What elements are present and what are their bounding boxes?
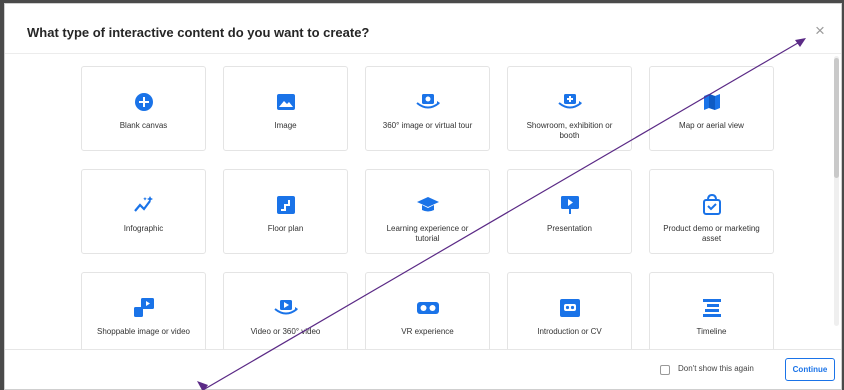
- card-timeline[interactable]: Timeline: [649, 272, 774, 351]
- infographic-icon: [82, 194, 205, 216]
- card-introduction-cv[interactable]: Introduction or CV: [507, 272, 632, 351]
- content-type-grid: Blank canvas Image 360° image or virtual…: [5, 55, 841, 351]
- card-label: Shoppable image or video: [97, 327, 190, 336]
- continue-button[interactable]: Continue: [785, 358, 835, 381]
- card-label: Map or aerial view: [679, 121, 744, 130]
- card-shoppable[interactable]: Shoppable image or video: [81, 272, 206, 351]
- 360-image-icon: [366, 91, 489, 113]
- card-label: Infographic: [123, 224, 164, 233]
- dialog-header: What type of interactive content do you …: [5, 4, 841, 54]
- card-floor-plan[interactable]: Floor plan: [223, 169, 348, 254]
- dialog-title: What type of interactive content do you …: [27, 25, 370, 40]
- card-learning[interactable]: Learning experience or tutorial: [365, 169, 490, 254]
- card-label: VR experience: [401, 327, 454, 336]
- card-video-360[interactable]: Video or 360° video: [223, 272, 348, 351]
- card-product-demo[interactable]: Product demo or marketing asset: [649, 169, 774, 254]
- create-content-dialog: What type of interactive content do you …: [4, 3, 842, 390]
- card-label: Product demo or marketing asset: [663, 224, 760, 243]
- card-label: Showroom, exhibition or booth: [526, 121, 613, 140]
- graduation-cap-icon: [366, 194, 489, 216]
- showroom-icon: [508, 91, 631, 113]
- card-presentation[interactable]: Presentation: [507, 169, 632, 254]
- dialog-footer: Don't show this again Continue: [5, 349, 841, 389]
- card-label: Introduction or CV: [537, 327, 602, 336]
- card-label: 360° image or virtual tour: [382, 121, 473, 130]
- card-label: Image: [274, 121, 297, 130]
- plus-circle-icon: [82, 91, 205, 113]
- card-map[interactable]: Map or aerial view: [649, 66, 774, 151]
- close-button[interactable]: ×: [811, 22, 829, 40]
- card-label: Presentation: [547, 224, 592, 233]
- card-showroom[interactable]: Showroom, exhibition or booth: [507, 66, 632, 151]
- 360-video-icon: [224, 297, 347, 319]
- card-image[interactable]: Image: [223, 66, 348, 151]
- card-label: Timeline: [696, 327, 727, 336]
- card-label: Video or 360° video: [250, 327, 321, 336]
- vr-frame-icon: [508, 297, 631, 319]
- card-360-image[interactable]: 360° image or virtual tour: [365, 66, 490, 151]
- image-icon: [224, 91, 347, 113]
- shoppable-video-icon: [82, 297, 205, 319]
- card-label: Floor plan: [267, 224, 304, 233]
- vr-headset-icon: [366, 297, 489, 319]
- card-label: Blank canvas: [119, 121, 168, 130]
- dont-show-label[interactable]: Don't show this again: [678, 364, 754, 373]
- presentation-icon: [508, 194, 631, 216]
- card-vr-experience[interactable]: VR experience: [365, 272, 490, 351]
- card-blank-canvas[interactable]: Blank canvas: [81, 66, 206, 151]
- scrollbar-thumb[interactable]: [834, 58, 839, 178]
- grid-scrollbar[interactable]: [834, 56, 839, 326]
- close-icon[interactable]: ×: [815, 21, 825, 40]
- floor-plan-icon: [224, 194, 347, 216]
- card-infographic[interactable]: Infographic: [81, 169, 206, 254]
- dont-show-checkbox[interactable]: [660, 365, 670, 375]
- map-icon: [650, 91, 773, 113]
- card-label: Learning experience or tutorial: [386, 224, 469, 243]
- timeline-icon: [650, 297, 773, 319]
- shopping-bag-icon: [650, 194, 773, 216]
